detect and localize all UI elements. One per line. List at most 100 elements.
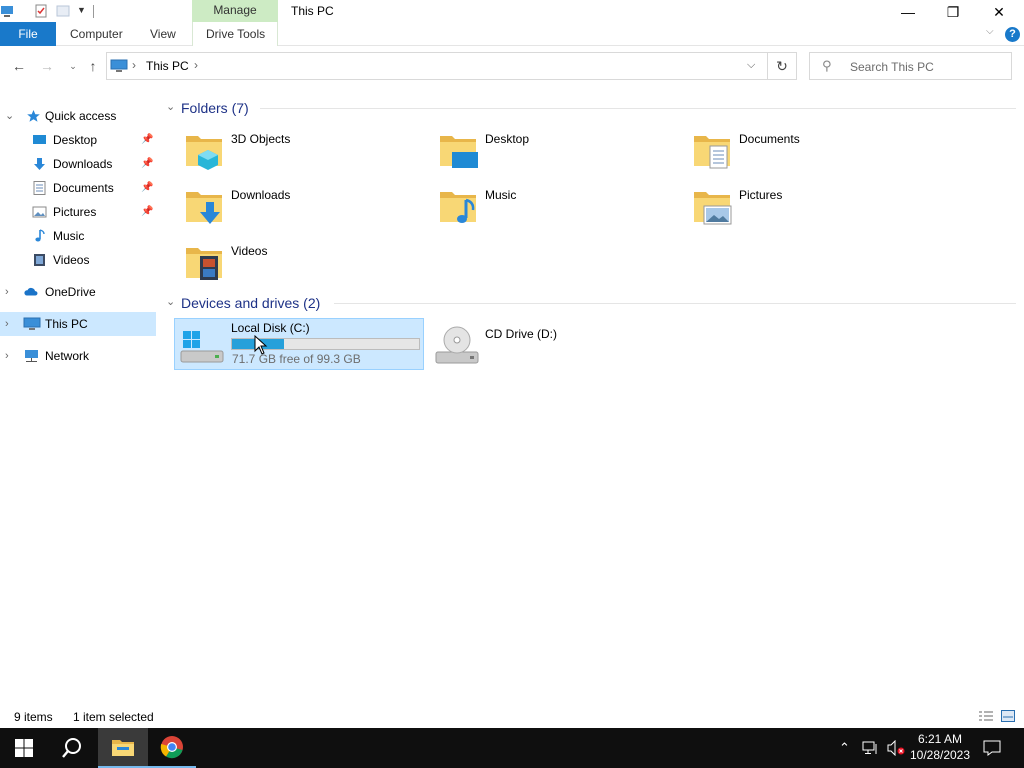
qat-divider xyxy=(93,5,94,18)
folder-tile-music[interactable]: Music xyxy=(428,180,678,232)
group-divider xyxy=(260,108,1016,109)
search-icon: ⚲ xyxy=(822,58,832,73)
nav-quick-access[interactable]: ⌄ Quick access xyxy=(0,104,156,128)
hard-drive-icon xyxy=(180,331,224,363)
music-note-icon xyxy=(35,229,45,242)
minimize-button[interactable]: — xyxy=(885,0,931,24)
folder-label: Downloads xyxy=(231,188,291,202)
clock-time: 6:21 AM xyxy=(917,732,963,746)
tab-view[interactable]: View xyxy=(150,22,176,46)
ribbon-expand-icon[interactable]: ⌵ xyxy=(986,26,994,37)
drive-free-space: 71.7 GB free of 99.3 GB xyxy=(232,352,361,366)
network-status-icon[interactable] xyxy=(862,741,880,755)
nav-item-downloads[interactable]: Downloads 📌 xyxy=(0,152,156,176)
search-box[interactable]: ⚲ Search This PC xyxy=(809,52,1012,80)
folder-tile-pictures[interactable]: Pictures xyxy=(682,180,932,232)
chevron-down-icon[interactable]: ⌄ xyxy=(5,104,14,128)
chevron-down-icon[interactable]: ⌄ xyxy=(166,100,175,113)
close-button[interactable]: ✕ xyxy=(976,0,1022,24)
up-arrow-icon[interactable]: ↑ xyxy=(84,58,102,74)
status-bar: 9 items 1 item selected xyxy=(0,706,1024,728)
clock[interactable]: 6:21 AM 10/28/2023 xyxy=(904,731,976,763)
nav-item-onedrive[interactable]: › OneDrive xyxy=(0,280,156,304)
nav-item-music[interactable]: Music xyxy=(0,224,156,248)
chevron-right-icon[interactable]: › xyxy=(5,344,9,368)
recent-locations-icon[interactable]: ⌄ xyxy=(64,58,82,74)
qat-dropdown-icon[interactable]: ▼ xyxy=(77,5,86,15)
chrome-taskbar-button[interactable] xyxy=(148,728,196,768)
drive-tile-local-disk-c[interactable]: Local Disk (C:) 71.7 GB free of 99.3 GB xyxy=(174,318,424,370)
this-pc-icon xyxy=(110,59,128,72)
pin-icon: 📌 xyxy=(141,134,154,145)
search-button[interactable] xyxy=(48,728,96,768)
folders-group-header[interactable]: Folders (7) xyxy=(181,98,249,118)
breadcrumb-chevron-icon[interactable]: › xyxy=(194,58,198,72)
address-dropdown-icon[interactable]: ⌵ xyxy=(747,59,755,72)
download-arrow-icon xyxy=(34,158,45,170)
nav-item-documents[interactable]: Documents 📌 xyxy=(0,176,156,200)
manage-context-tab[interactable]: Manage xyxy=(192,0,278,22)
nav-label: Network xyxy=(45,349,90,363)
nav-item-network[interactable]: › Network xyxy=(0,344,156,368)
this-pc-icon xyxy=(1,6,13,17)
nav-label: Videos xyxy=(53,253,90,267)
breadcrumb-chevron-icon[interactable]: › xyxy=(132,58,136,72)
drive-name: CD Drive (D:) xyxy=(485,327,557,341)
drive-tile-cd-drive-d[interactable]: CD Drive (D:) xyxy=(428,318,678,370)
search-input[interactable]: Search This PC xyxy=(850,60,934,74)
downloads-folder-icon xyxy=(186,192,222,224)
start-button[interactable] xyxy=(0,728,48,768)
refresh-icon[interactable]: ↻ xyxy=(768,52,797,80)
folder-label: 3D Objects xyxy=(231,132,291,146)
details-view-icon[interactable] xyxy=(978,710,994,722)
network-icon xyxy=(25,350,38,362)
tab-computer[interactable]: Computer xyxy=(70,22,123,46)
address-bar[interactable]: › This PC › ⌵ xyxy=(106,52,768,80)
folder-tile-3d-objects[interactable]: 3D Objects xyxy=(174,124,424,176)
chevron-down-icon[interactable]: ⌄ xyxy=(166,295,175,308)
breadcrumb-this-pc[interactable]: This PC xyxy=(146,59,189,73)
file-tab[interactable]: File xyxy=(0,22,56,46)
nav-label: Pictures xyxy=(53,205,97,219)
folder-label: Music xyxy=(485,188,517,202)
drive-name: Local Disk (C:) xyxy=(231,321,310,335)
star-icon xyxy=(27,110,40,122)
notification-icon[interactable] xyxy=(983,740,1001,756)
folder-label: Desktop xyxy=(485,132,530,146)
nav-item-this-pc[interactable]: › This PC xyxy=(0,312,156,336)
back-arrow-icon[interactable]: ← xyxy=(10,58,28,74)
new-folder-icon[interactable] xyxy=(56,4,70,18)
nav-item-pictures[interactable]: Pictures 📌 xyxy=(0,200,156,224)
forward-arrow-icon[interactable]: → xyxy=(38,58,56,74)
folder-tile-videos[interactable]: Videos xyxy=(174,236,424,288)
folder-tile-desktop[interactable]: Desktop xyxy=(428,124,678,176)
file-explorer-taskbar-button[interactable] xyxy=(98,728,148,768)
nav-label: Documents xyxy=(53,181,114,195)
folder-label: Pictures xyxy=(739,188,783,202)
tab-drive-tools[interactable]: Drive Tools xyxy=(206,22,265,46)
large-icons-view-icon[interactable] xyxy=(1000,709,1016,723)
taskbar: ⌃ 6:21 AM 10/28/2023 xyxy=(0,728,1024,768)
nav-item-desktop[interactable]: Desktop 📌 xyxy=(0,128,156,152)
mouse-cursor-icon xyxy=(254,335,268,355)
chevron-right-icon[interactable]: › xyxy=(5,280,9,304)
show-hidden-icons-icon[interactable]: ⌃ xyxy=(839,740,850,756)
nav-label: Downloads xyxy=(53,157,113,171)
cd-drive-icon xyxy=(435,326,479,364)
file-explorer-icon xyxy=(112,740,134,756)
help-icon[interactable]: ? xyxy=(1005,27,1020,42)
folder-tile-downloads[interactable]: Downloads xyxy=(174,180,424,232)
3d-objects-folder-icon xyxy=(186,136,222,170)
pictures-icon xyxy=(32,206,47,218)
folder-tile-documents[interactable]: Documents xyxy=(682,124,932,176)
nav-item-videos[interactable]: Videos xyxy=(0,248,156,272)
devices-group-header[interactable]: Devices and drives (2) xyxy=(181,293,320,313)
chevron-right-icon[interactable]: › xyxy=(5,312,9,336)
restore-button[interactable]: ❐ xyxy=(930,0,976,24)
properties-icon[interactable] xyxy=(34,4,48,18)
nav-label: This PC xyxy=(45,317,88,331)
navigation-pane: ⌄ Quick access Desktop 📌 Downloads 📌 Doc… xyxy=(0,100,157,700)
volume-muted-icon[interactable] xyxy=(886,740,906,756)
group-divider xyxy=(334,303,1016,304)
pin-icon: 📌 xyxy=(141,182,154,193)
